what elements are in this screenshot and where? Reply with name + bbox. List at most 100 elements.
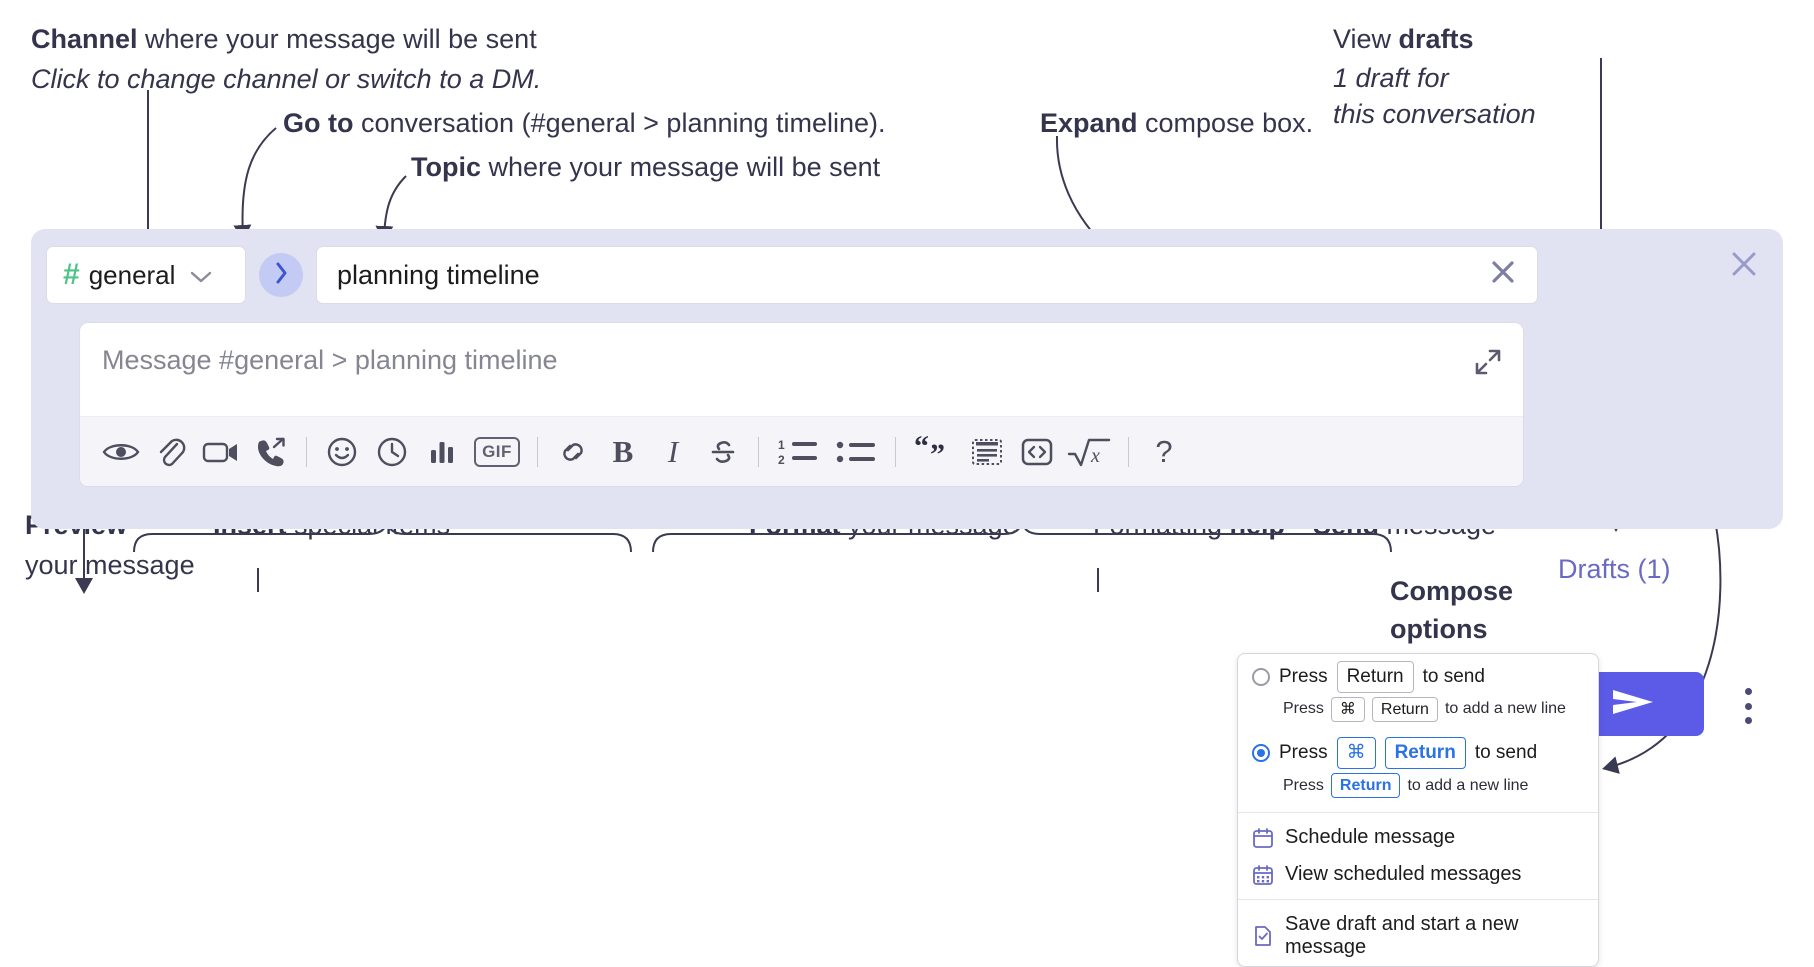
- radio-cmd-return[interactable]: [1252, 744, 1270, 762]
- italic-label: I: [668, 434, 678, 470]
- formatting-toolbar: GIF B I: [80, 416, 1523, 486]
- topic-value: planning timeline: [337, 260, 1487, 291]
- attachment-icon[interactable]: [146, 427, 196, 477]
- link-icon[interactable]: [548, 427, 598, 477]
- annotation-drafts-italic2: this conversation: [1333, 99, 1536, 129]
- option1-press: Press: [1279, 666, 1328, 688]
- italic-icon[interactable]: I: [648, 427, 698, 477]
- code-icon[interactable]: [1012, 427, 1062, 477]
- math-icon[interactable]: x: [1062, 427, 1118, 477]
- svg-text:2: 2: [778, 453, 785, 467]
- menu-item-label: View scheduled messages: [1285, 863, 1521, 886]
- annotation-expand-bold: Expand: [1040, 108, 1138, 138]
- menu-item-label: Schedule message: [1285, 826, 1455, 849]
- option2-sub-rest: to add a new line: [1407, 777, 1528, 795]
- goto-conversation-button[interactable]: [259, 253, 303, 297]
- bulleted-list-icon[interactable]: [827, 427, 885, 477]
- svg-text:x: x: [1090, 445, 1100, 467]
- menu-item-view-scheduled-messages[interactable]: View scheduled messages: [1238, 856, 1598, 893]
- annotation-channel-rest: where your message will be sent: [138, 24, 537, 54]
- calendar-list-icon: [1252, 864, 1274, 886]
- help-label: ?: [1155, 434, 1172, 470]
- bold-label: B: [613, 434, 634, 470]
- toolbar-separator: [306, 437, 307, 467]
- annotation-goto: Go to conversation (#general > planning …: [283, 106, 886, 141]
- topic-input[interactable]: planning timeline: [316, 246, 1538, 304]
- send-option-cmd-return-sub: Press Return to add a new line: [1238, 771, 1598, 807]
- channel-selector-button[interactable]: # general: [46, 246, 246, 304]
- send-option-cmd-return[interactable]: Press ⌘ Return to send: [1238, 730, 1598, 771]
- code-block-icon[interactable]: [962, 427, 1012, 477]
- annotation-compose-options-bold2: options: [1390, 614, 1487, 644]
- topic-clear-icon[interactable]: [1487, 256, 1519, 295]
- annotation-channel-italic: Click to change channel or switch to a D…: [31, 64, 541, 94]
- key-return: Return: [1331, 773, 1401, 799]
- radio-return[interactable]: [1252, 668, 1270, 686]
- drafts-link[interactable]: Drafts (1): [1558, 554, 1671, 585]
- annotation-topic: Topic where your message will be sent: [411, 150, 880, 185]
- option2-sub-press: Press: [1283, 777, 1324, 795]
- preview-icon[interactable]: [96, 427, 146, 477]
- hash-icon: #: [63, 260, 80, 290]
- menu-item-schedule-message[interactable]: Schedule message: [1238, 819, 1598, 856]
- gif-icon[interactable]: GIF: [467, 427, 527, 477]
- annotation-goto-rest: conversation (#general > planning timeli…: [353, 108, 885, 138]
- video-icon[interactable]: [196, 427, 246, 477]
- help-icon[interactable]: ?: [1139, 427, 1189, 477]
- more-options-dot: [1745, 703, 1752, 710]
- clock-icon[interactable]: [367, 427, 417, 477]
- send-option-return-sub: Press ⌘ Return to add a new line: [1238, 695, 1598, 731]
- annotation-goto-bold: Go to: [283, 108, 353, 138]
- option1-sub-press: Press: [1283, 700, 1324, 718]
- ordered-list-icon[interactable]: 1 2: [769, 427, 827, 477]
- bold-icon[interactable]: B: [598, 427, 648, 477]
- svg-text:1: 1: [778, 438, 785, 452]
- toolbar-separator: [758, 437, 759, 467]
- expand-icon[interactable]: [1471, 345, 1505, 384]
- poll-icon[interactable]: [417, 427, 467, 477]
- compose-header-row: # general planning timeline: [46, 246, 1538, 304]
- option2-to-send: to send: [1475, 742, 1537, 764]
- message-compose-box: # general planning timeline Message #gen…: [31, 229, 1783, 529]
- svg-text:“: “: [914, 436, 929, 463]
- annotation-topic-bold: Topic: [411, 152, 481, 182]
- key-command: ⌘: [1337, 737, 1376, 769]
- message-input-placeholder: Message #general > planning timeline: [102, 345, 558, 376]
- annotation-compose-options-bold1: Compose: [1390, 576, 1513, 606]
- annotation-drafts: View drafts 1 draft for this conversatio…: [1333, 22, 1536, 132]
- send-icon: [1607, 684, 1659, 725]
- strikethrough-icon[interactable]: [698, 427, 748, 477]
- gif-label: GIF: [474, 437, 520, 467]
- annotation-expand-rest: compose box.: [1138, 108, 1314, 138]
- toolbar-separator: [1128, 437, 1129, 467]
- annotation-topic-rest: where your message will be sent: [481, 152, 880, 182]
- annotation-drafts-pre: View: [1333, 24, 1399, 54]
- save-draft-icon: [1252, 925, 1274, 947]
- key-return: Return: [1372, 697, 1438, 723]
- menu-divider: [1238, 899, 1598, 900]
- send-option-return[interactable]: Press Return to send: [1238, 654, 1598, 695]
- option2-press: Press: [1279, 742, 1328, 764]
- huddle-icon[interactable]: [246, 427, 296, 477]
- chevron-down-icon: [190, 260, 212, 291]
- menu-item-label: Save draft and start a new message: [1285, 913, 1584, 959]
- close-icon[interactable]: [1727, 247, 1761, 286]
- emoji-icon[interactable]: [317, 427, 367, 477]
- compose-options-button[interactable]: [1731, 684, 1765, 728]
- key-return: Return: [1385, 737, 1466, 769]
- more-options-dot: [1745, 688, 1752, 695]
- option1-sub-rest: to add a new line: [1445, 700, 1566, 718]
- message-input-area[interactable]: Message #general > planning timeline: [79, 322, 1524, 487]
- toolbar-separator: [895, 437, 896, 467]
- chevron-right-icon: [274, 261, 289, 290]
- menu-item-save-draft[interactable]: Save draft and start a new message: [1238, 906, 1598, 966]
- more-options-dot: [1745, 717, 1752, 724]
- key-command: ⌘: [1331, 697, 1365, 723]
- menu-divider: [1238, 812, 1598, 813]
- annotation-expand: Expand compose box.: [1040, 106, 1313, 141]
- annotation-drafts-bold: drafts: [1399, 24, 1474, 54]
- annotation-drafts-italic1: 1 draft for: [1333, 63, 1449, 93]
- blockquote-icon[interactable]: “ ”: [906, 427, 962, 477]
- svg-text:”: ”: [930, 438, 945, 468]
- option1-to-send: to send: [1423, 666, 1485, 688]
